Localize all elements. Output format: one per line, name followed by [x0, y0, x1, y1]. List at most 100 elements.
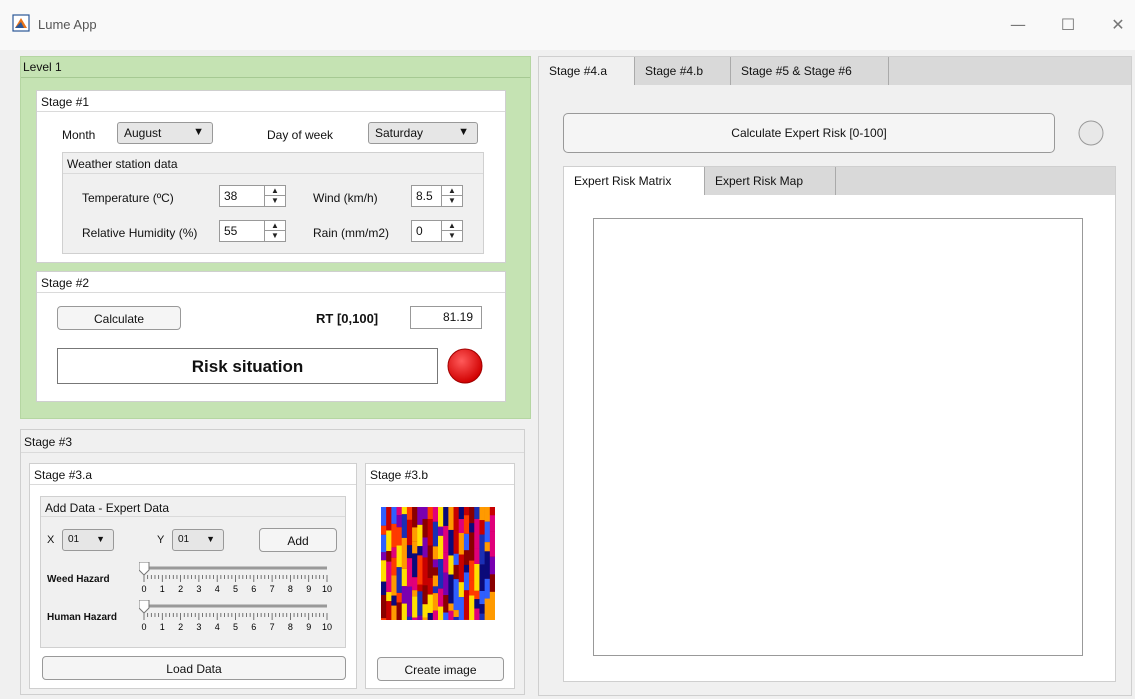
slider-thumb[interactable]	[138, 599, 150, 614]
human-hazard-slider[interactable]: 0 1 2 3 4 5 6 7 8 9 10	[138, 599, 337, 632]
image-cell	[453, 616, 460, 620]
weed-hazard-slider[interactable]: 0 1 2 3 4 5 6 7 8 9 10	[138, 561, 337, 594]
slider-tick-label: 6	[251, 622, 256, 632]
level1-divider	[21, 77, 530, 78]
close-button[interactable]: ✕	[1098, 12, 1135, 38]
create-image-button[interactable]: Create image	[377, 657, 504, 681]
image-cell	[412, 507, 418, 528]
temperature-input[interactable]: 38	[219, 185, 265, 207]
rain-input[interactable]: 0	[411, 220, 443, 242]
image-cell	[381, 525, 387, 535]
add-button[interactable]: Add	[259, 528, 337, 552]
tab-stage-5-6[interactable]: Stage #5 & Stage #6	[731, 57, 889, 85]
humidity-spinner[interactable]: ▲ ▼	[264, 220, 286, 242]
tab-stage-4b[interactable]: Stage #4.b	[635, 57, 731, 85]
image-cell	[438, 606, 444, 620]
image-cell	[422, 617, 428, 620]
image-cell	[432, 567, 439, 576]
dow-label: Day of week	[267, 128, 334, 142]
image-cell	[401, 603, 408, 620]
slider-tick-label: 9	[306, 622, 311, 632]
image-cell	[401, 507, 408, 515]
image-cell	[422, 585, 428, 605]
wind-input[interactable]: 8.5	[411, 185, 443, 207]
image-cell	[474, 590, 480, 600]
slider-track[interactable]: 0 1 2 3 4 5 6 7 8 9 10	[138, 561, 337, 594]
stage3-title: Stage #3	[24, 435, 73, 449]
spin-up-icon[interactable]: ▲	[442, 221, 462, 231]
load-data-button[interactable]: Load Data	[42, 656, 346, 680]
spin-up-icon[interactable]: ▲	[265, 221, 285, 231]
image-cell	[417, 507, 423, 525]
image-cell	[427, 507, 434, 519]
image-cell	[453, 579, 460, 611]
image-cell	[453, 610, 460, 617]
image-cell	[474, 608, 480, 620]
image-cell	[438, 507, 444, 527]
image-cell	[469, 560, 475, 581]
image-cell	[386, 551, 392, 562]
spin-up-icon[interactable]: ▲	[265, 186, 285, 196]
wind-spinner[interactable]: ▲ ▼	[441, 185, 463, 207]
tab-stage-4a[interactable]: Stage #4.a	[539, 57, 635, 85]
slider-tick-label: 5	[233, 584, 238, 594]
image-cell	[438, 588, 444, 607]
image-cell	[479, 604, 485, 614]
image-cell	[469, 523, 475, 533]
spin-down-icon[interactable]: ▼	[442, 196, 462, 206]
image-cell	[391, 523, 397, 548]
spin-down-icon[interactable]: ▼	[265, 196, 285, 206]
image-cell	[391, 547, 397, 558]
maximize-button[interactable]: ☐	[1048, 12, 1088, 38]
minimize-button[interactable]: —	[998, 12, 1038, 38]
image-cell	[406, 616, 413, 620]
slider-thumb[interactable]	[138, 561, 150, 576]
tab-expert-risk-map[interactable]: Expert Risk Map	[705, 167, 836, 195]
image-cell	[453, 507, 460, 531]
image-cell	[427, 619, 434, 620]
spin-down-icon[interactable]: ▼	[442, 231, 462, 241]
stage2-title: Stage #2	[41, 276, 90, 290]
dow-dropdown[interactable]: Saturday ▼	[368, 122, 478, 144]
stage3a-header: Stage #3.a	[30, 464, 356, 485]
image-cell	[479, 507, 485, 521]
image-cell	[417, 524, 423, 547]
image-cell	[469, 580, 475, 596]
spin-down-icon[interactable]: ▼	[265, 231, 285, 241]
image-cell	[474, 518, 480, 549]
image-cell	[401, 514, 408, 538]
spin-up-icon[interactable]: ▲	[442, 186, 462, 196]
image-cell	[489, 556, 495, 575]
y-dropdown[interactable]: 01 ▼	[172, 529, 224, 551]
slider-tick-label: 1	[160, 622, 165, 632]
image-cell	[448, 610, 454, 620]
image-cell	[489, 574, 495, 592]
image-cell	[463, 564, 470, 573]
image-cell	[438, 526, 444, 536]
rain-spinner[interactable]: ▲ ▼	[441, 220, 463, 242]
humidity-input[interactable]: 55	[219, 220, 265, 242]
slider-tick-label: 7	[270, 622, 275, 632]
x-label: X	[47, 534, 55, 546]
rain-label: Rain (mm/m2)	[313, 226, 390, 240]
image-cell	[484, 521, 491, 543]
image-cell	[479, 520, 485, 535]
month-dropdown[interactable]: August ▼	[117, 122, 213, 144]
image-cell	[406, 545, 413, 559]
image-cell	[412, 590, 418, 597]
image-cell	[427, 555, 434, 579]
calculate-button[interactable]: Calculate	[57, 306, 181, 330]
temperature-spinner[interactable]: ▲ ▼	[264, 185, 286, 207]
x-dropdown[interactable]: 01 ▼	[62, 529, 114, 551]
image-cell	[401, 568, 408, 587]
tab-expert-risk-matrix[interactable]: Expert Risk Matrix	[564, 167, 705, 195]
image-cell	[406, 519, 413, 546]
image-cell	[386, 601, 392, 620]
image-cell	[443, 507, 449, 526]
image-cell	[406, 558, 413, 587]
image-cell	[391, 507, 397, 524]
calculate-expert-risk-button[interactable]: Calculate Expert Risk [0-100]	[563, 113, 1055, 153]
temperature-label: Temperature (ºC)	[82, 191, 174, 205]
slider-track[interactable]: 0 1 2 3 4 5 6 7 8 9 10	[138, 599, 337, 632]
weather-header: Weather station data	[63, 153, 483, 174]
